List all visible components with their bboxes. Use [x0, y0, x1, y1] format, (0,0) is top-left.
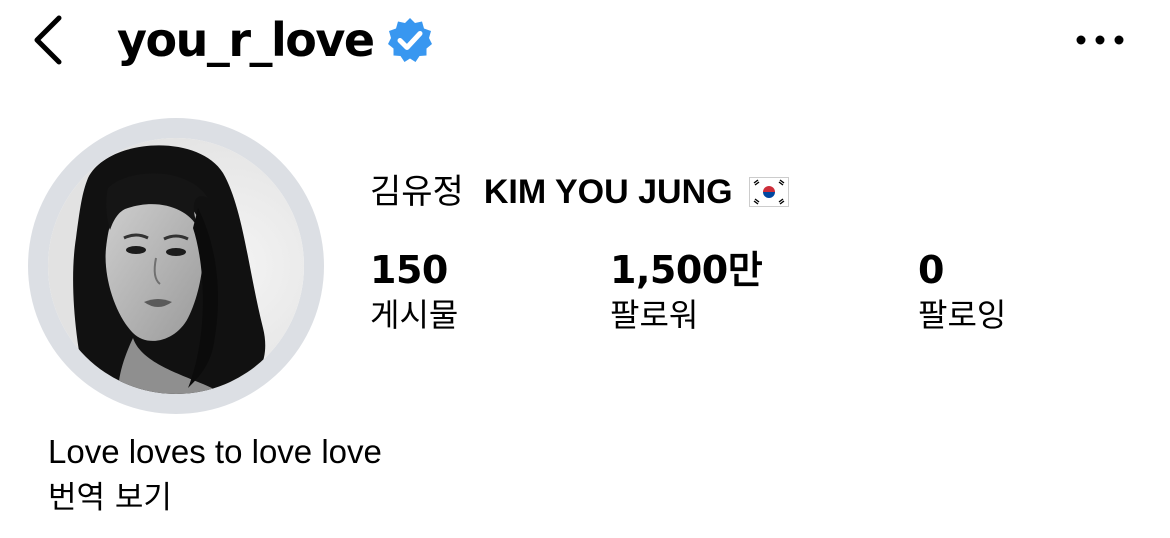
followers-count: 1,500만 [610, 248, 763, 292]
avatar-ring[interactable] [28, 118, 324, 414]
display-name: 김유정 KIM YOU JUNG [370, 170, 789, 214]
name-english: KIM YOU JUNG [483, 173, 733, 211]
posts-label: 게시물 [370, 296, 459, 334]
chevron-left-icon [34, 15, 62, 65]
profile-photo [48, 138, 304, 394]
stat-following[interactable]: 0 팔로잉 [918, 245, 1006, 337]
followers-label: 팔로워 [610, 296, 699, 334]
south-korea-flag-icon [748, 177, 789, 207]
username: you_r_love [117, 13, 375, 67]
following-count: 0 [918, 248, 944, 292]
more-horizontal-icon [1076, 35, 1124, 45]
stat-followers[interactable]: 1,500만 팔로워 [610, 245, 763, 337]
name-korean: 김유정 [370, 172, 464, 212]
stat-posts[interactable]: 150 게시물 [370, 245, 458, 337]
following-label: 팔로잉 [918, 296, 1007, 334]
profile-header: you_r_love [0, 0, 1170, 80]
bio-text: Love loves to love love [48, 433, 382, 470]
posts-count: 150 [370, 248, 448, 292]
more-options-button[interactable] [1070, 20, 1130, 60]
username-row: you_r_love [117, 10, 434, 70]
translate-link[interactable]: 번역 보기 [48, 476, 172, 520]
avatar [48, 138, 304, 394]
back-button[interactable] [22, 12, 72, 68]
verified-badge-icon [386, 16, 434, 64]
